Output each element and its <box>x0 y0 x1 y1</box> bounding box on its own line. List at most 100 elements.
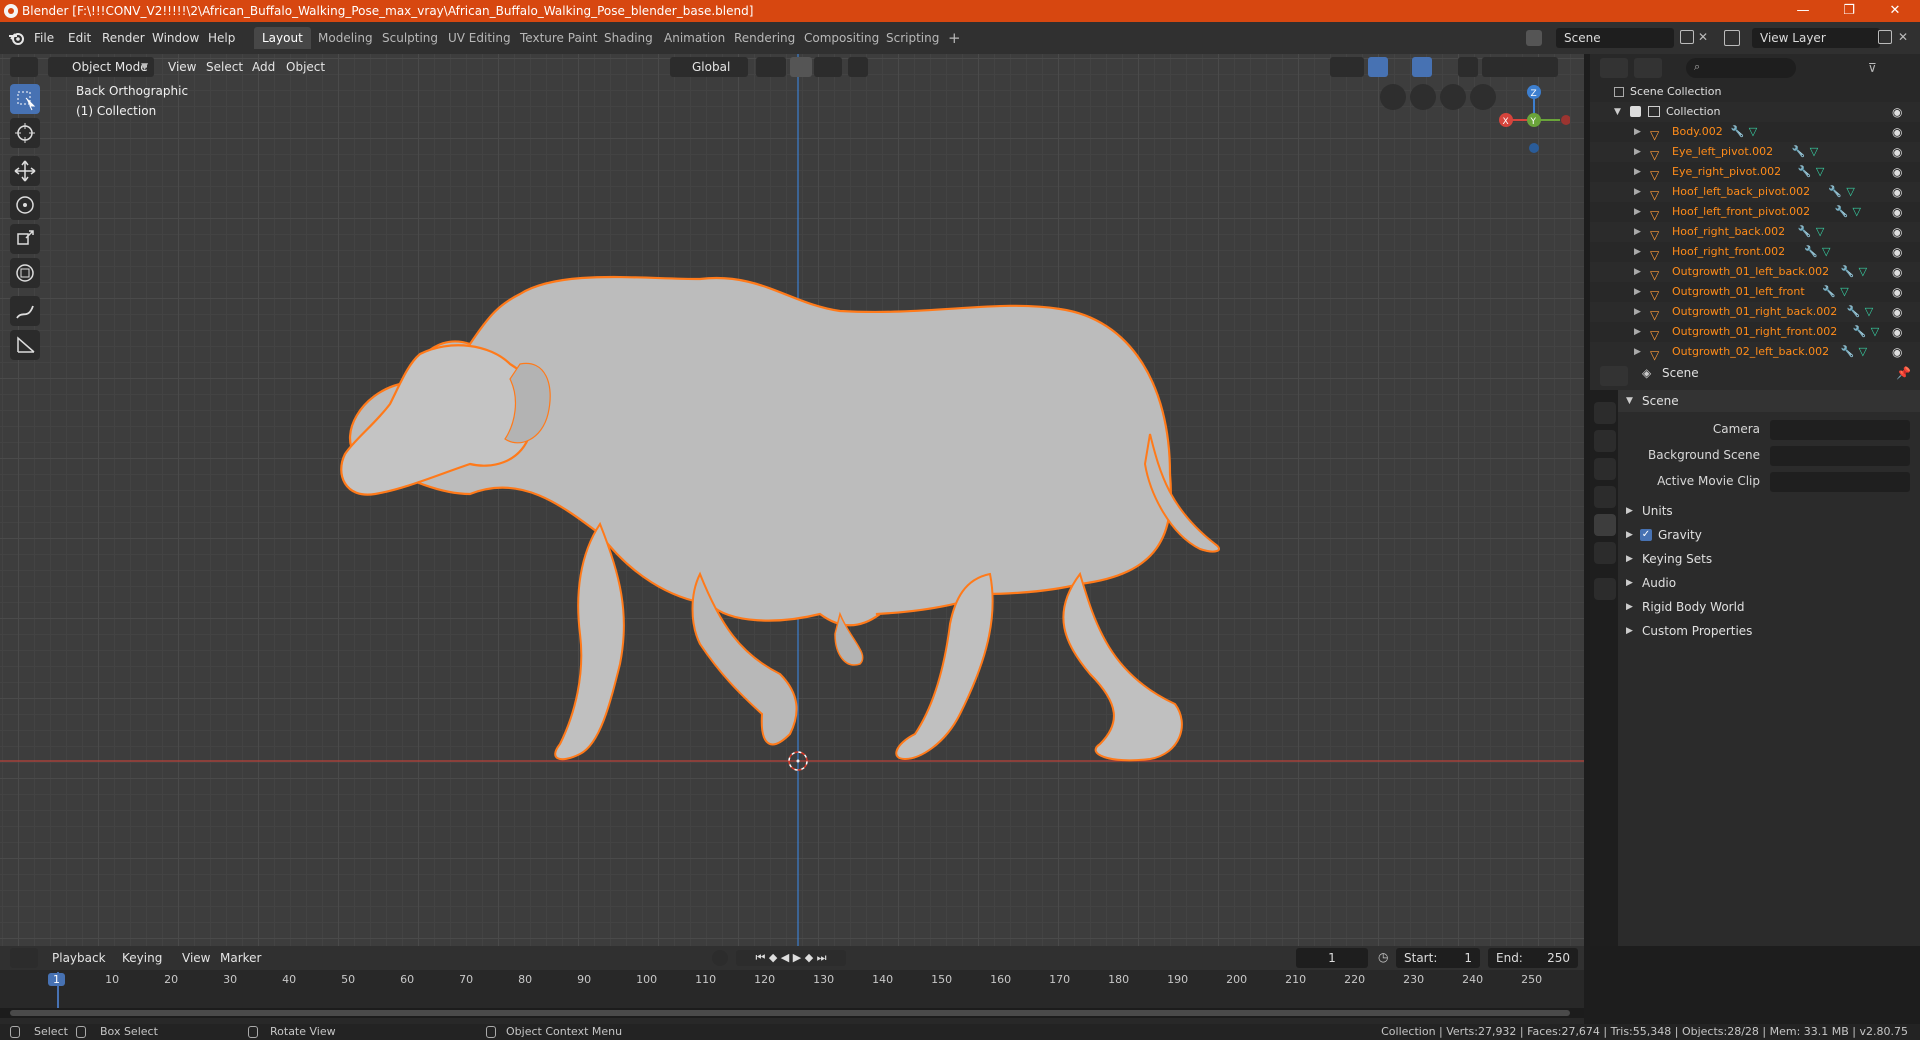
expand-arrow-icon[interactable]: ▶ <box>1634 322 1641 342</box>
current-frame-field[interactable]: 1 <box>1296 948 1368 968</box>
select-menu[interactable]: Select <box>200 57 249 77</box>
eye-icon[interactable]: ◉ <box>1892 305 1906 319</box>
display-mode-dropdown[interactable] <box>1634 58 1662 78</box>
menu-help[interactable]: Help <box>208 28 235 48</box>
zoom-icon[interactable] <box>1470 84 1496 110</box>
scene-tab-icon[interactable] <box>1594 514 1616 536</box>
overlays-toggle[interactable] <box>1412 57 1432 77</box>
outliner-row-object[interactable]: ▶ ▽ Outgrowth_01_left_back.002 🔧 ▽ ◉ <box>1590 262 1920 282</box>
expand-arrow-icon[interactable]: ▶ <box>1634 342 1641 362</box>
marker-menu[interactable]: Marker <box>214 948 267 968</box>
gizmo-toggle[interactable] <box>1368 57 1388 77</box>
active-movie-clip-field[interactable] <box>1770 472 1910 492</box>
view-menu-timeline[interactable]: View <box>176 948 216 968</box>
tab-texture-paint[interactable]: Texture Paint <box>512 27 605 49</box>
eye-icon[interactable]: ◉ <box>1892 325 1906 339</box>
outliner-editor-icon[interactable] <box>1600 58 1628 78</box>
outliner-row-object[interactable]: ▶ ▽ Outgrowth_01_left_front 🔧 ▽ ◉ <box>1590 282 1920 302</box>
visibility-dropdown[interactable] <box>1330 57 1364 77</box>
rotate-tool[interactable] <box>10 190 40 220</box>
navigation-gizmo[interactable]: Z X Y <box>1490 72 1570 162</box>
view-layer-icon[interactable] <box>1724 30 1740 46</box>
tab-scripting[interactable]: Scripting <box>878 27 947 49</box>
menu-edit[interactable]: Edit <box>68 28 91 48</box>
expand-arrow-icon[interactable]: ▶ <box>1634 182 1641 202</box>
properties-editor-icon[interactable] <box>1600 366 1628 386</box>
checkbox-icon[interactable] <box>1630 106 1641 117</box>
eye-icon[interactable]: ◉ <box>1892 185 1906 199</box>
eye-icon[interactable]: ◉ <box>1892 265 1906 279</box>
timeline-scrollbar[interactable] <box>0 1008 1584 1018</box>
expand-arrow-icon[interactable]: ▶ <box>1634 242 1641 262</box>
outliner-row-object[interactable]: ▶ ▽ Hoof_right_front.002 🔧 ▽ ◉ <box>1590 242 1920 262</box>
background-scene-field[interactable] <box>1770 446 1910 466</box>
tab-layout[interactable]: Layout <box>254 27 311 49</box>
playback-menu[interactable]: Playback <box>46 948 112 968</box>
annotate-tool[interactable] <box>10 296 40 326</box>
outliner-row-object[interactable]: ▶ ▽ Body.002 🔧 ▽ ◉ <box>1590 122 1920 142</box>
object-menu[interactable]: Object <box>280 57 331 77</box>
editor-type-icon[interactable] <box>10 57 38 77</box>
expand-arrow-icon[interactable]: ▶ <box>1634 162 1641 182</box>
outliner-row-object[interactable]: ▶ ▽ Hoof_left_front_pivot.002 🔧 ▽ ◉ <box>1590 202 1920 222</box>
record-icon[interactable] <box>712 950 728 966</box>
measure-tool[interactable] <box>10 330 40 360</box>
audio-panel-header[interactable]: ▶ Audio <box>1618 572 1920 594</box>
pan-hand-icon[interactable] <box>1440 84 1466 110</box>
outliner-row-object[interactable]: ▶ ▽ Outgrowth_01_right_back.002 🔧 ▽ ◉ <box>1590 302 1920 322</box>
orientation-dropdown[interactable]: Global <box>670 57 748 77</box>
view-layer-field[interactable]: View Layer <box>1752 28 1880 48</box>
clock-icon[interactable]: ◷ <box>1378 950 1388 964</box>
outliner-row-object[interactable]: ▶ ▽ Outgrowth_01_right_front.002 🔧 ▽ ◉ <box>1590 322 1920 342</box>
view-menu[interactable]: View <box>162 57 202 77</box>
pivot-dropdown[interactable] <box>756 57 786 77</box>
end-frame-field[interactable]: End: 250 <box>1488 948 1578 968</box>
playback-controls[interactable]: ⏮ ◆ ◀ ▶ ◆ ⏭ <box>736 950 846 966</box>
maximize-button[interactable]: ❐ <box>1826 0 1872 22</box>
add-menu[interactable]: Add <box>246 57 281 77</box>
keying-menu[interactable]: Keying <box>116 948 168 968</box>
expand-arrow-icon[interactable]: ▶ <box>1634 222 1641 242</box>
start-frame-field[interactable]: Start: 1 <box>1396 948 1480 968</box>
camera-field[interactable] <box>1770 420 1910 440</box>
blender-menu-icon[interactable] <box>8 30 26 46</box>
world-tab-icon[interactable] <box>1594 542 1616 564</box>
outliner-row-object[interactable]: ▶ ▽ Hoof_right_back.002 🔧 ▽ ◉ <box>1590 222 1920 242</box>
eye-icon[interactable]: ◉ <box>1892 345 1906 359</box>
outliner-row-object[interactable]: ▶ ▽ Eye_left_pivot.002 🔧 ▽ ◉ <box>1590 142 1920 162</box>
outliner-row-object[interactable]: ▶ ▽ Eye_right_pivot.002 🔧 ▽ ◉ <box>1590 162 1920 182</box>
view-layer-tab-icon[interactable] <box>1594 486 1616 508</box>
eye-icon[interactable]: ◉ <box>1892 205 1906 219</box>
rigid-body-world-panel-header[interactable]: ▶ Rigid Body World <box>1618 596 1920 618</box>
expand-arrow-icon[interactable]: ▶ <box>1634 282 1641 302</box>
custom-properties-panel-header[interactable]: ▶ Custom Properties <box>1618 620 1920 642</box>
delete-scene-icon[interactable]: ✕ <box>1698 30 1712 44</box>
tab-animation[interactable]: Animation <box>656 27 733 49</box>
scene-panel-header[interactable]: ▼ Scene <box>1618 390 1920 412</box>
menu-render[interactable]: Render <box>102 28 145 48</box>
scale-tool[interactable] <box>10 224 40 254</box>
eye-icon[interactable]: ◉ <box>1892 285 1906 299</box>
tab-sculpting[interactable]: Sculpting <box>374 27 446 49</box>
cursor-tool[interactable] <box>10 118 40 148</box>
3d-viewport[interactable]: Back Orthographic (1) Collection Z X Y <box>0 54 1584 946</box>
outliner-search-input[interactable]: ⌕ <box>1686 58 1796 78</box>
eye-icon[interactable]: ◉ <box>1892 125 1906 139</box>
gravity-panel-header[interactable]: ▶ ✓ Gravity <box>1618 524 1920 546</box>
menu-window[interactable]: Window <box>152 28 199 48</box>
outliner-row-collection[interactable]: ▼ Collection ◉ <box>1590 102 1920 122</box>
snap-toggle[interactable] <box>790 57 812 77</box>
close-button[interactable]: ✕ <box>1872 0 1918 22</box>
transform-tool[interactable] <box>10 258 40 288</box>
gravity-checkbox[interactable]: ✓ <box>1640 529 1652 541</box>
expand-arrow-icon[interactable]: ▶ <box>1634 142 1641 162</box>
timeline-editor-icon[interactable] <box>10 948 38 968</box>
pin-icon[interactable]: 📌 <box>1896 366 1911 380</box>
mode-dropdown[interactable]: Object Mode ▼ <box>48 57 154 77</box>
scene-field[interactable]: Scene <box>1556 28 1674 48</box>
xray-toggle[interactable] <box>1458 57 1478 77</box>
new-scene-icon[interactable] <box>1680 30 1694 44</box>
expand-arrow-icon[interactable]: ▶ <box>1634 262 1641 282</box>
outliner-row-object[interactable]: ▶ ▽ Hoof_left_back_pivot.002 🔧 ▽ ◉ <box>1590 182 1920 202</box>
proportional-edit-toggle[interactable] <box>848 57 868 77</box>
